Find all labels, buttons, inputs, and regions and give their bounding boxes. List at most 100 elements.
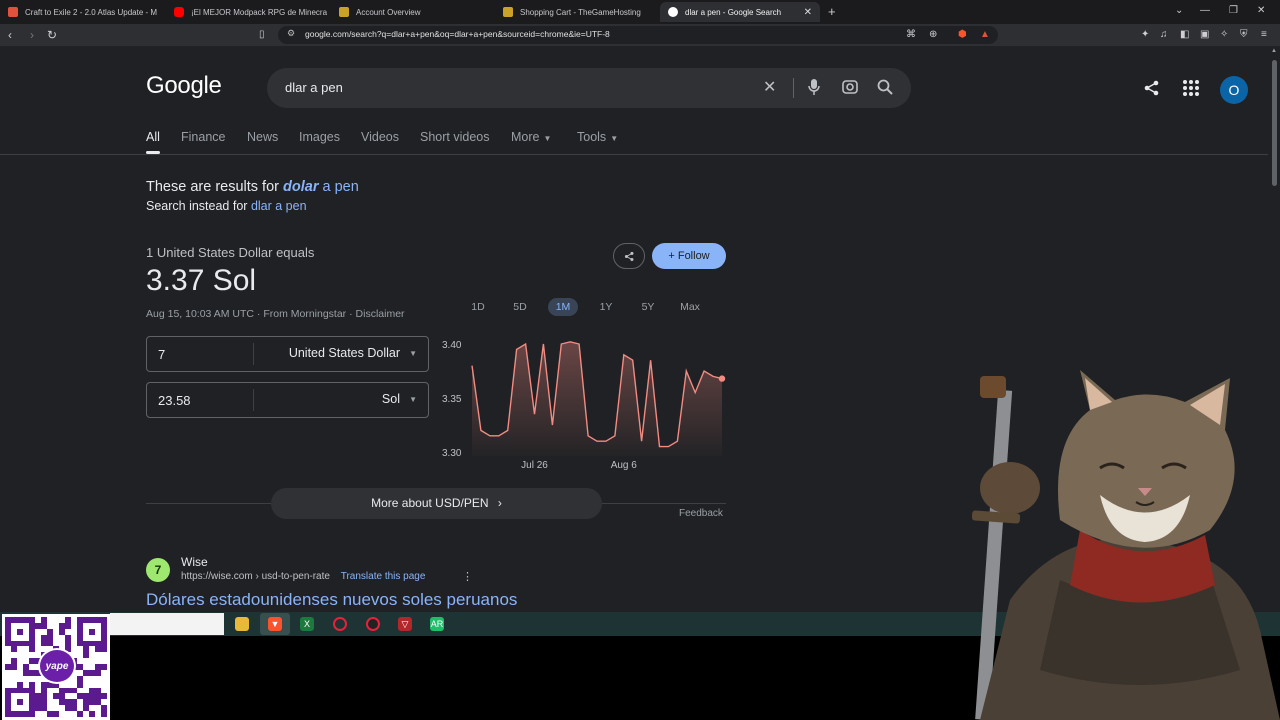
search-filters: All Finance News Images Videos Short vid…	[0, 130, 1280, 156]
x-tick-label: Jul 26	[521, 460, 548, 471]
wallet-icon[interactable]: ▣	[1200, 27, 1209, 43]
search-instead-prefix: Search instead for	[146, 199, 248, 213]
tab-news[interactable]: News	[247, 130, 278, 144]
chart-point	[676, 440, 679, 443]
vpn-icon[interactable]: ⛨	[1240, 27, 1248, 43]
disclaimer-link[interactable]: Disclaimer	[356, 308, 405, 320]
search-input[interactable]: dlar a pen	[285, 80, 343, 95]
exchange-rate-chart[interactable]: 3.40 3.35 3.30 Jul 26 Aug 6	[438, 332, 728, 472]
taskbar-search-area[interactable]	[110, 613, 224, 635]
y-tick-label: 3.40	[442, 340, 462, 351]
tab-short-videos[interactable]: Short videos	[420, 130, 489, 144]
opera-icon[interactable]	[333, 617, 347, 631]
microphone-icon[interactable]	[807, 78, 821, 102]
media-icon[interactable]: ♫	[1160, 27, 1168, 43]
search-instead-link[interactable]: dlar a pen	[251, 199, 307, 213]
chart-point	[488, 434, 491, 437]
search-box[interactable]: dlar a pen ✕	[267, 68, 911, 108]
tab-google-search[interactable]: dlar a pen - Google Search ✕	[660, 2, 820, 22]
range-5d[interactable]: 5D	[506, 298, 534, 316]
file-explorer-icon[interactable]	[235, 617, 249, 631]
search-icon[interactable]	[876, 78, 894, 102]
avatar[interactable]: O	[1220, 76, 1248, 104]
tab-list-chevron-icon[interactable]: ⌄	[1175, 5, 1183, 16]
tab-tools[interactable]: Tools ▼	[577, 130, 618, 144]
google-lens-icon[interactable]	[841, 78, 859, 102]
scrollbar-thumb[interactable]	[1272, 60, 1277, 186]
forward-icon[interactable]: ›	[30, 27, 34, 43]
more-about-button[interactable]: More about USD/PEN ›	[271, 488, 602, 519]
chart-point	[551, 424, 554, 427]
feedback-link[interactable]: Feedback	[679, 508, 723, 519]
range-1m[interactable]: 1M	[548, 298, 578, 316]
google-logo[interactable]: Google	[146, 72, 222, 100]
to-currency-select[interactable]: Sol	[382, 392, 400, 406]
new-tab-icon[interactable]: +	[828, 4, 836, 19]
brave-shield-icon[interactable]: ⬢	[958, 27, 967, 43]
more-about-label: More about USD/PEN	[371, 496, 489, 510]
tab-more[interactable]: More ▼	[511, 130, 551, 144]
close-window-icon[interactable]: ✕	[1257, 5, 1265, 16]
range-5y[interactable]: 5Y	[634, 298, 662, 316]
translate-icon[interactable]: ⌘	[906, 27, 916, 43]
sidebar-icon[interactable]: ◧	[1180, 27, 1189, 43]
from-amount-input[interactable]: 7	[158, 347, 165, 362]
youtube-icon	[174, 7, 184, 17]
range-1y[interactable]: 1Y	[592, 298, 620, 316]
address-bar[interactable]: ⚙ google.com/search?q=dlar+a+pen&oq=dlar…	[278, 26, 998, 44]
wise-logo-icon[interactable]: 7	[146, 558, 170, 582]
result-url-text[interactable]: https://wise.com › usd-to-pen-rate	[181, 571, 330, 582]
follow-button[interactable]: + Follow	[652, 243, 726, 269]
from-currency-select[interactable]: United States Dollar	[289, 346, 400, 360]
zoom-icon[interactable]: ⊕	[929, 27, 937, 43]
chart-point	[685, 370, 688, 373]
tab-craft-to-exile[interactable]: Craft to Exile 2 - 2.0 Atlas Update - M	[0, 2, 163, 22]
bookmark-icon[interactable]: ▯	[259, 27, 265, 43]
tab-bar: Craft to Exile 2 - 2.0 Atlas Update - M …	[0, 0, 1280, 24]
more-options-icon[interactable]: ⋮	[462, 570, 473, 583]
corrected-rest: a pen	[318, 179, 359, 195]
reload-icon[interactable]: ↻	[47, 27, 57, 43]
obs-icon[interactable]	[366, 617, 380, 631]
scroll-up-icon[interactable]: ▲	[1271, 48, 1277, 54]
excel-icon[interactable]: X	[300, 617, 314, 631]
tab-shopping-cart[interactable]: Shopping Cart - TheGameHosting	[495, 2, 655, 22]
back-icon[interactable]: ‹	[8, 27, 12, 43]
chart-point	[631, 359, 634, 362]
leo-ai-icon[interactable]: ✧	[1220, 27, 1228, 43]
ar-app-icon[interactable]: AR	[430, 617, 444, 631]
tab-finance[interactable]: Finance	[181, 130, 225, 144]
tab-youtube-modpack[interactable]: ¡El MEJOR Modpack RPG de Minecra	[166, 2, 328, 22]
range-1d[interactable]: 1D	[464, 298, 492, 316]
result-title-link[interactable]: Dólares estadounidenses nuevos soles per…	[146, 590, 517, 610]
close-tab-icon[interactable]: ✕	[804, 7, 812, 18]
restore-icon[interactable]: ❐	[1229, 5, 1238, 16]
to-amount-input[interactable]: 23.58	[158, 393, 191, 408]
share-button[interactable]	[613, 243, 645, 269]
minimize-icon[interactable]: —	[1200, 5, 1210, 16]
chevron-down-icon[interactable]: ▼	[409, 395, 417, 404]
chevron-down-icon[interactable]: ▼	[409, 349, 417, 358]
brave-browser-icon[interactable]: ▼	[268, 617, 282, 631]
brave-rewards-icon[interactable]: ▲	[980, 27, 990, 43]
tab-videos[interactable]: Videos	[361, 130, 399, 144]
tab-images[interactable]: Images	[299, 130, 340, 144]
app-icon[interactable]: ▽	[398, 617, 412, 631]
clear-search-icon[interactable]: ✕	[763, 78, 776, 98]
chart-point	[578, 343, 581, 346]
tab-all[interactable]: All	[146, 130, 160, 144]
extensions-icon[interactable]: ✦	[1141, 27, 1149, 43]
site-info-icon[interactable]: ⚙	[287, 28, 295, 39]
share-icon[interactable]	[1143, 79, 1161, 102]
result-site-name[interactable]: Wise	[181, 555, 208, 569]
result-site-url: https://wise.com › usd-to-pen-rate Trans…	[181, 571, 425, 582]
range-max[interactable]: Max	[676, 298, 704, 316]
tab-account-overview[interactable]: Account Overview	[331, 2, 491, 22]
chart-point	[497, 434, 500, 437]
corrected-query-link[interactable]: dolar a pen	[283, 179, 359, 195]
yape-badge: yape	[38, 648, 76, 684]
google-apps-icon[interactable]	[1183, 80, 1199, 96]
menu-icon[interactable]: ≡	[1261, 27, 1267, 43]
rate-source: From Morningstar	[263, 308, 347, 320]
translate-page-link[interactable]: Translate this page	[341, 571, 426, 582]
